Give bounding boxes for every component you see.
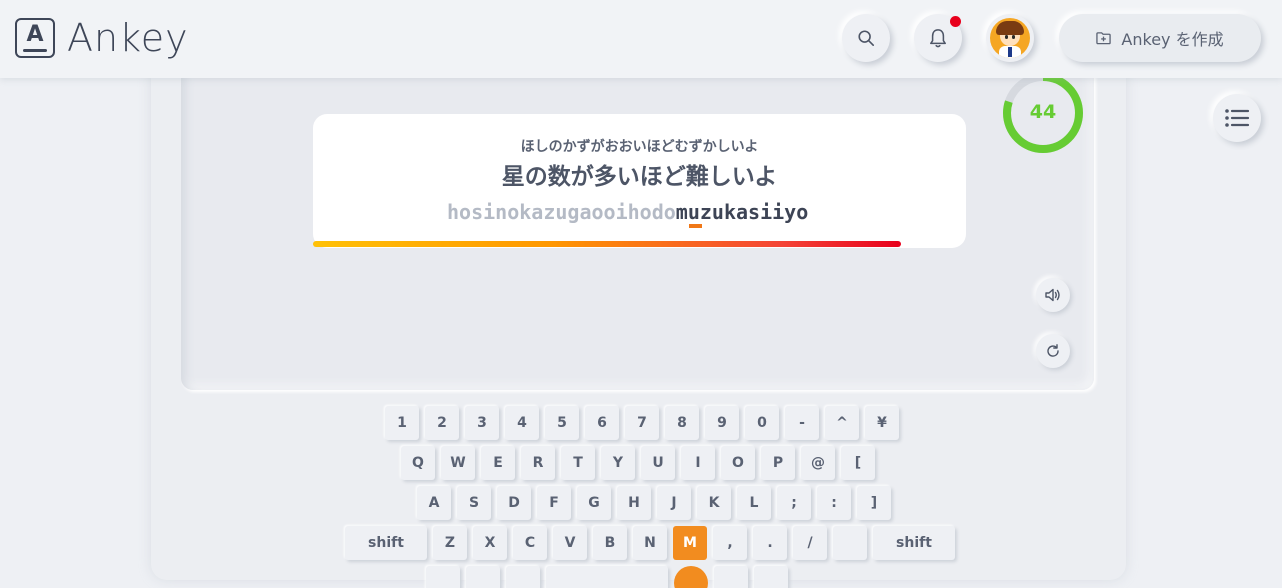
key-g[interactable]: G: [577, 486, 611, 520]
key-f[interactable]: F: [537, 486, 571, 520]
avatar[interactable]: [986, 14, 1034, 62]
key-u[interactable]: U: [641, 446, 675, 480]
key-k[interactable]: K: [697, 486, 731, 520]
keyboard-row-2: Q W E R T Y U I O P @[: [401, 446, 881, 480]
key-n[interactable]: N: [633, 526, 667, 560]
create-ankey-button[interactable]: Ankey を作成: [1059, 14, 1261, 62]
key-9[interactable]: 9: [705, 406, 739, 440]
prompt-kanji: 星の数が多いほど難しいよ: [501, 164, 778, 190]
key-o[interactable]: O: [721, 446, 755, 480]
key-h[interactable]: H: [617, 486, 651, 520]
key-e[interactable]: E: [481, 446, 515, 480]
keyboard-row-4: shift Z X C V B N M,. / shift: [345, 526, 961, 560]
key-b[interactable]: B: [593, 526, 627, 560]
prompt-kana: ほしのかずがおおいほどむずかしいよ: [520, 139, 759, 155]
key-l[interactable]: L: [737, 486, 771, 520]
reset-button[interactable]: [1036, 334, 1070, 368]
key-i[interactable]: I: [681, 446, 715, 480]
key-;[interactable]: ;: [777, 486, 811, 520]
key-0[interactable]: 0: [745, 406, 779, 440]
key-][interactable]: ]: [857, 486, 891, 520]
key-y[interactable]: Y: [601, 446, 635, 480]
key-q[interactable]: Q: [401, 446, 435, 480]
key-c[interactable]: C: [513, 526, 547, 560]
key-t[interactable]: T: [561, 446, 595, 480]
keyboard-row-3: A S D F G H J K L;:]: [417, 486, 897, 520]
key-1[interactable]: 1: [385, 406, 419, 440]
typed-romaji: hosinokazugaooihodo: [447, 200, 676, 224]
key-blank[interactable]: [833, 526, 867, 560]
key-.[interactable]: .: [753, 526, 787, 560]
key-5[interactable]: 5: [545, 406, 579, 440]
key-shift[interactable]: shift: [873, 526, 955, 560]
notifications-button[interactable]: [914, 14, 962, 62]
key-blank[interactable]: [466, 566, 500, 588]
key-p[interactable]: P: [761, 446, 795, 480]
key-s[interactable]: S: [457, 486, 491, 520]
score-value: 44: [1029, 101, 1057, 123]
key-[[interactable]: [: [841, 446, 875, 480]
key-r[interactable]: R: [521, 446, 555, 480]
key-j[interactable]: J: [657, 486, 691, 520]
header: A Ankey Ankey を作成: [0, 0, 1282, 78]
key-/[interactable]: /: [793, 526, 827, 560]
create-ankey-label: Ankey を作成: [1121, 30, 1224, 49]
key-6[interactable]: 6: [585, 406, 619, 440]
time-progress-bar: [313, 241, 901, 247]
key-indicator: [674, 566, 708, 588]
key-8[interactable]: 8: [665, 406, 699, 440]
logo-keycap-icon: A: [15, 18, 55, 58]
folder-plus-icon: [1096, 32, 1112, 45]
key-a[interactable]: A: [417, 486, 451, 520]
notification-badge: [950, 16, 961, 27]
key-2[interactable]: 2: [425, 406, 459, 440]
avatar-image: [990, 18, 1030, 58]
key-7[interactable]: 7: [625, 406, 659, 440]
keyboard-row-1: 1 2 3 4 5 6 7 8 9 0- ^ ¥: [385, 406, 905, 440]
key-@[interactable]: @: [801, 446, 835, 480]
key-blank[interactable]: [754, 566, 788, 588]
search-icon: [858, 30, 875, 47]
key-v[interactable]: V: [553, 526, 587, 560]
key-4[interactable]: 4: [505, 406, 539, 440]
key-z[interactable]: Z: [433, 526, 467, 560]
key-¥[interactable]: ¥: [865, 406, 899, 440]
key-d[interactable]: D: [497, 486, 531, 520]
key-blank[interactable]: [506, 566, 540, 588]
bell-icon: [930, 29, 946, 48]
remaining-romaji: muzukasiiyo: [675, 200, 809, 224]
key-:[interactable]: :: [817, 486, 851, 520]
key-w[interactable]: W: [441, 446, 475, 480]
menu-list-button[interactable]: [1213, 94, 1261, 142]
sound-button[interactable]: [1036, 278, 1070, 312]
prompt-romaji: hosinokazugaooihodomuzukasiiyo: [447, 200, 808, 224]
logo-text: Ankey: [67, 16, 189, 60]
list-icon: [1225, 109, 1250, 127]
typing-cursor: [689, 224, 702, 228]
key-^[interactable]: ^: [825, 406, 859, 440]
refresh-icon: [1047, 344, 1059, 357]
logo[interactable]: A Ankey: [15, 18, 189, 58]
keyboard-row-5: [426, 566, 794, 588]
search-button[interactable]: [842, 14, 890, 62]
key-,[interactable]: ,: [713, 526, 747, 560]
key--[interactable]: -: [785, 406, 819, 440]
key-blank[interactable]: [714, 566, 748, 588]
prompt-box: ほしのかずがおおいほどむずかしいよ 星の数が多いほど難しいよ hosinokaz…: [313, 114, 966, 248]
key-x[interactable]: X: [473, 526, 507, 560]
key-m[interactable]: M: [673, 526, 707, 560]
key-space[interactable]: [546, 566, 668, 588]
key-3[interactable]: 3: [465, 406, 499, 440]
key-shift[interactable]: shift: [345, 526, 427, 560]
key-blank[interactable]: [426, 566, 460, 588]
speaker-icon: [1045, 288, 1060, 302]
